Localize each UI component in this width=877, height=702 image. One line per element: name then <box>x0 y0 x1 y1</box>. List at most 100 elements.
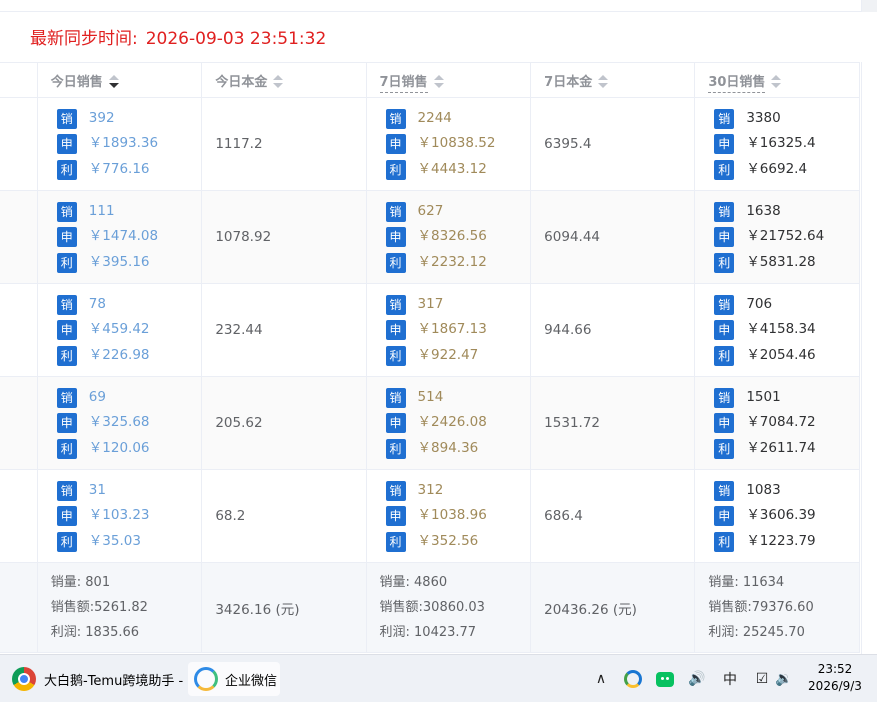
summary-week: 销量: 4860 销售额:30860.03 利润: 10423.77 <box>365 562 532 653</box>
summary-qty: 销量: 11634 <box>708 575 785 590</box>
header-label: 今日本金 <box>215 74 268 90</box>
sort-icon[interactable] <box>598 75 609 89</box>
cell-today-cost: 1117.2 <box>201 97 367 191</box>
header-today-sales[interactable]: 今日销售 <box>36 62 203 98</box>
value-amount: ￥3606.39 <box>746 507 816 524</box>
tray-vpn-icon[interactable] <box>620 655 646 702</box>
cell-week-sales: 销 2244 申 ￥10838.52 利 ￥4443.12 <box>365 97 532 191</box>
metric-amount: 申 ￥8326.56 <box>380 224 531 250</box>
metric-profit: 利 ￥2054.46 <box>708 343 859 369</box>
metric-profit: 利 ￥120.06 <box>51 436 202 462</box>
tray-wechat-icon[interactable] <box>652 655 678 702</box>
metric-profit: 利 ￥4443.12 <box>380 157 531 183</box>
summary-profit: 利润: 25245.70 <box>708 625 805 640</box>
ime-indicator[interactable]: 中 <box>718 655 742 702</box>
badge-sales: 销 <box>385 387 406 408</box>
table-row[interactable]: 销 392 申 ￥1893.36 利 ￥776.16 1117.2 销 2244 申 ￥10838.… <box>0 97 860 191</box>
value-amount: ￥4158.34 <box>746 321 816 338</box>
table-row[interactable]: 销 111 申 ￥1474.08 利 ￥395.16 1078.92 销 627 申 ￥8326.5… <box>0 190 860 284</box>
taskbar: 大白鹅-Temu跨境助手 - 企业微信 ∧ 🔊 中 ☑ 🔉 23:52 2026… <box>0 654 877 702</box>
tray-pen-icon[interactable]: ☑ <box>750 655 774 702</box>
badge-profit: 利 <box>714 531 735 552</box>
row-leading-cell <box>0 190 38 284</box>
header-today-cost[interactable]: 今日本金 <box>201 62 367 98</box>
cell-month-sales: 销 1083 申 ￥3606.39 利 ￥1223.79 <box>694 469 860 563</box>
top-strip-inner <box>0 0 862 12</box>
cell-month-sales: 销 3380 申 ￥16325.4 利 ￥6692.4 <box>694 97 860 191</box>
badge-amount: 申 <box>714 506 735 526</box>
show-hidden-icons-chevron-icon[interactable]: ∧ <box>590 655 612 702</box>
week-cost-value: 686.4 <box>544 508 583 524</box>
value-sales: 1083 <box>746 481 781 498</box>
sort-icon[interactable] <box>433 75 444 89</box>
metric-amount: 申 ￥3606.39 <box>708 503 859 529</box>
metric-amount: 申 ￥4158.34 <box>708 317 859 343</box>
tray-speaker-icon[interactable]: 🔉 <box>772 655 796 702</box>
cell-month-sales: 销 706 申 ￥4158.34 利 ￥2054.46 <box>694 283 860 377</box>
metric-profit: 利 ￥5831.28 <box>708 250 859 276</box>
table-row[interactable]: 销 78 申 ￥459.42 利 ￥226.98 232.44 销 317 申 ￥1867.13 利 ￥… <box>0 283 860 377</box>
value-sales: 706 <box>746 295 773 312</box>
value-amount: ￥325.68 <box>88 414 150 431</box>
metric-sales: 销 627 <box>380 199 531 225</box>
metric-amount: 申 ￥21752.64 <box>708 224 859 250</box>
week-cost-value: 6094.44 <box>544 229 600 245</box>
row-leading-cell <box>0 376 38 470</box>
value-profit: ￥2232.12 <box>417 253 487 270</box>
header-label[interactable]: 7日销售 <box>379 74 428 93</box>
header-label[interactable]: 30日销售 <box>708 74 766 93</box>
cell-week-cost: 686.4 <box>530 469 696 563</box>
badge-amount: 申 <box>56 320 77 340</box>
cell-week-sales: 销 312 申 ￥1038.96 利 ￥352.56 <box>365 469 532 563</box>
badge-sales: 销 <box>385 108 406 129</box>
clock-date: 2026/9/3 <box>808 679 862 693</box>
sort-desc-icon[interactable] <box>108 75 119 89</box>
metric-profit: 利 ￥35.03 <box>51 529 202 555</box>
today-cost-value: 1117.2 <box>215 136 263 152</box>
summary-amount: 销售额:30860.03 <box>379 600 485 615</box>
value-sales: 111 <box>88 202 115 219</box>
badge-amount: 申 <box>56 134 77 154</box>
table-row[interactable]: 销 69 申 ￥325.68 利 ￥120.06 205.62 销 514 申 ￥2426.08 利 ￥… <box>0 376 860 470</box>
summary-qty: 销量: 801 <box>50 575 111 590</box>
metric-sales: 销 3380 <box>708 106 859 132</box>
badge-profit: 利 <box>56 159 77 180</box>
badge-profit: 利 <box>385 159 406 180</box>
cell-today-cost: 232.44 <box>201 283 367 377</box>
metric-profit: 利 ￥2232.12 <box>380 250 531 276</box>
sort-icon[interactable] <box>273 75 284 89</box>
header-week-sales[interactable]: 7日销售 <box>365 62 532 98</box>
taskbar-wecom-window[interactable]: 企业微信 <box>188 662 280 696</box>
value-amount: ￥16325.4 <box>746 135 816 152</box>
header-label: 7日本金 <box>544 74 593 90</box>
badge-amount: 申 <box>714 413 735 433</box>
sync-time: 最新同步时间: 2026-09-03 23:51:32 <box>30 24 326 49</box>
taskbar-chrome-window[interactable]: 大白鹅-Temu跨境助手 - <box>8 662 184 696</box>
table-row[interactable]: 销 31 申 ￥103.23 利 ￥35.03 68.2 销 312 申 ￥1038.96 利 ￥352… <box>0 469 860 563</box>
metric-profit: 利 ￥776.16 <box>51 157 202 183</box>
value-profit: ￥120.06 <box>88 439 150 456</box>
summary-profit: 利润: 1835.66 <box>50 625 140 640</box>
tray-volume-icon[interactable]: 🔊 <box>684 655 710 702</box>
badge-sales: 销 <box>56 294 77 315</box>
metric-profit: 利 ￥1223.79 <box>708 529 859 555</box>
value-profit: ￥6692.4 <box>746 160 808 177</box>
sort-icon[interactable] <box>771 75 782 89</box>
value-amount: ￥103.23 <box>88 507 150 524</box>
value-profit: ￥35.03 <box>88 532 141 549</box>
summary-today-cost: 3426.16 (元) <box>201 562 367 653</box>
cell-today-sales: 销 78 申 ￥459.42 利 ￥226.98 <box>36 283 203 377</box>
badge-amount: 申 <box>385 413 406 433</box>
header-month-sales[interactable]: 30日销售 <box>694 62 860 98</box>
summary-amount: 销售额:79376.60 <box>708 600 814 615</box>
badge-profit: 利 <box>714 252 735 273</box>
header-week-cost[interactable]: 7日本金 <box>530 62 696 98</box>
badge-profit: 利 <box>56 438 77 459</box>
metric-amount: 申 ￥325.68 <box>51 410 202 436</box>
sales-table: 今日销售 今日本金 7日销售 7日本金 30日销售 销 392 申 ￥1893.36 利… <box>0 62 860 653</box>
badge-sales: 销 <box>714 108 735 129</box>
summary-amount: 销售额:5261.82 <box>50 600 148 615</box>
clock-time: 23:52 <box>817 662 853 676</box>
badge-sales: 销 <box>56 480 77 501</box>
taskbar-clock[interactable]: 23:52 2026/9/3 <box>800 661 870 695</box>
